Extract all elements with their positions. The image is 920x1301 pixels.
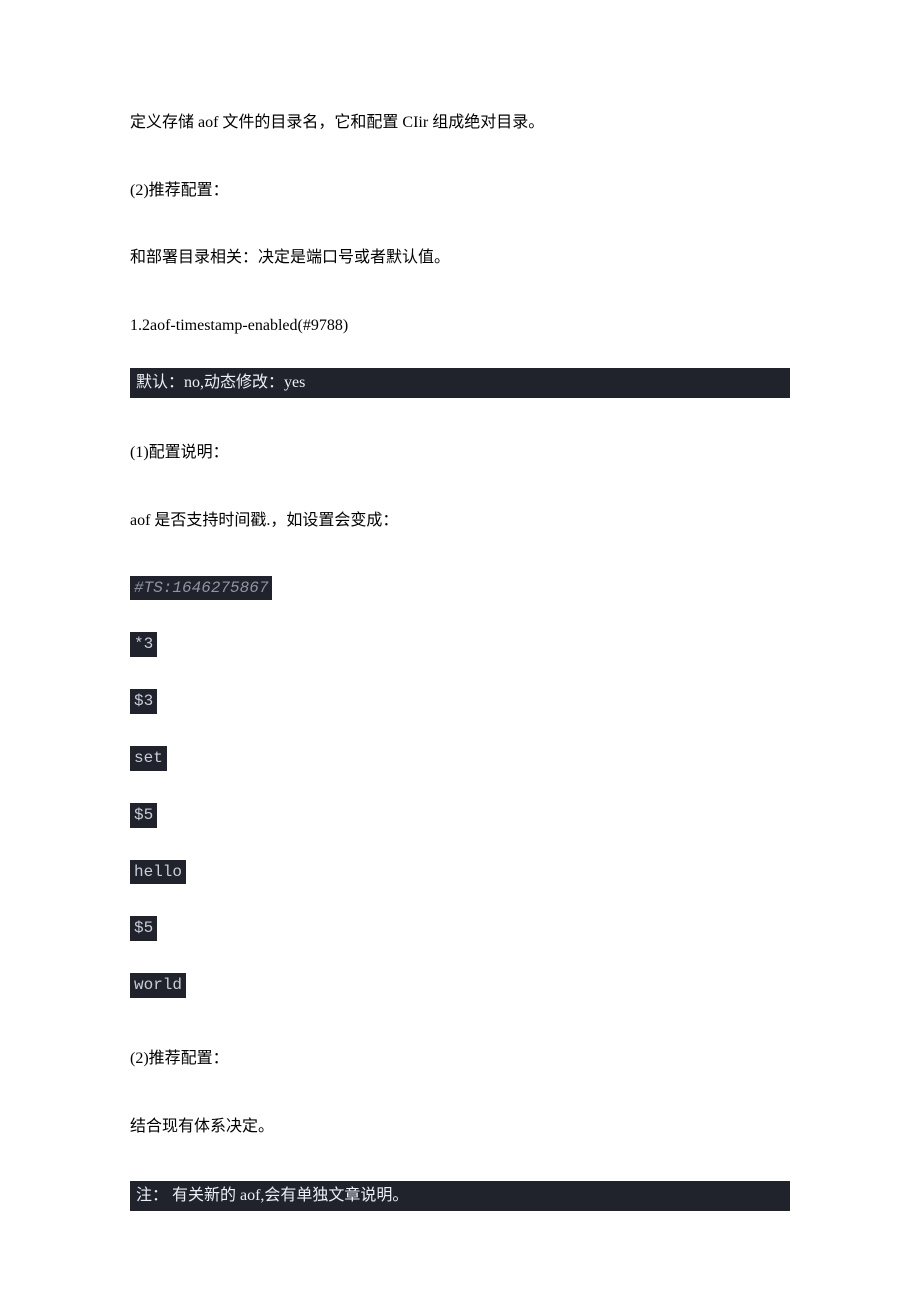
- code-chip-star3: *3: [130, 632, 157, 657]
- paragraph-decide-by-system: 结合现有体系决定。: [130, 1114, 790, 1140]
- code-line-dollar5a: $5: [130, 803, 790, 828]
- code-chip-world: world: [130, 973, 186, 998]
- default-dynamic-bar: 默认：no,动态修改：yes: [130, 368, 790, 398]
- code-line-world: world: [130, 973, 790, 998]
- paragraph-config-desc-label: (1)配置说明：: [130, 440, 790, 466]
- code-line-set: set: [130, 746, 790, 771]
- code-line-dollar3: $3: [130, 689, 790, 714]
- paragraph-deploy-dir: 和部署目录相关：决定是端口号或者默认值。: [130, 245, 790, 271]
- note-bar: 注： 有关新的 aof,会有单独文章说明。: [130, 1181, 790, 1211]
- code-line-ts: #TS:1646275867: [130, 576, 790, 601]
- paragraph-aof-timestamp-desc: aof 是否支持时间戳.，如设置会变成：: [130, 508, 790, 534]
- document-page: 定义存储 aof 文件的目录名，它和配置 CIir 组成绝对目录。 (2)推荐配…: [0, 0, 920, 1271]
- paragraph-definition: 定义存储 aof 文件的目录名，它和配置 CIir 组成绝对目录。: [130, 110, 790, 136]
- code-chip-ts: #TS:1646275867: [130, 576, 272, 601]
- code-chip-dollar5b: $5: [130, 916, 157, 941]
- paragraph-recommended-config-1-label: (2)推荐配置：: [130, 178, 790, 204]
- code-chip-hello: hello: [130, 860, 186, 885]
- paragraph-recommended-config-2-label: (2)推荐配置：: [130, 1046, 790, 1072]
- code-line-star3: *3: [130, 632, 790, 657]
- code-line-hello: hello: [130, 860, 790, 885]
- code-chip-dollar5a: $5: [130, 803, 157, 828]
- code-chip-set: set: [130, 746, 167, 771]
- code-chip-dollar3: $3: [130, 689, 157, 714]
- section-heading-aof-timestamp: 1.2aof-timestamp-enabled(#9788): [130, 313, 790, 339]
- code-line-dollar5b: $5: [130, 916, 790, 941]
